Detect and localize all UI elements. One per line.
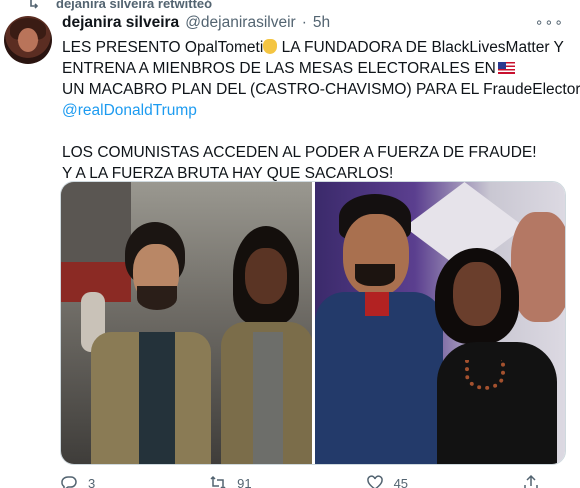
share-icon bbox=[524, 474, 538, 488]
tweet-text-line-2: ENTRENA A MIENBROS DE LAS MESAS ELECTORA… bbox=[62, 60, 496, 77]
avatar[interactable] bbox=[4, 16, 52, 64]
tweet-media bbox=[60, 181, 566, 465]
tweet-text: LES PRESENTO OpalTometi LA FUNDADORA DE … bbox=[62, 37, 580, 184]
tweet-text-line-5: LOS COMUNISTAS ACCEDEN AL PODER A FUERZA… bbox=[62, 144, 537, 161]
tweet-text-line-1b: LA FUNDADORA DE BlackLivesMatter Y bbox=[277, 39, 564, 56]
like-button[interactable]: 45 bbox=[366, 474, 408, 488]
tweet-actions: 3 91 45 bbox=[60, 474, 540, 488]
like-count: 45 bbox=[393, 475, 409, 488]
tweet-timestamp[interactable]: 5h bbox=[313, 14, 330, 32]
retweet-count: 91 bbox=[237, 475, 252, 488]
pointing-down-hand-icon bbox=[263, 39, 278, 54]
tweet-text-line-1a: LES PRESENTO OpalTometi bbox=[62, 39, 264, 56]
display-name[interactable]: dejanira silveira bbox=[62, 14, 179, 32]
mention-link[interactable]: @realDonaldTrump bbox=[62, 100, 572, 121]
separator-dot: · bbox=[301, 14, 307, 31]
retweet-context: dejanira silveira retwitteó bbox=[28, 0, 212, 12]
retweet-context-label: dejanira silveira retwitteó bbox=[56, 0, 213, 11]
reply-count: 3 bbox=[88, 475, 96, 488]
share-button[interactable] bbox=[522, 474, 540, 488]
us-flag-icon bbox=[497, 62, 515, 74]
retweet-icon bbox=[210, 475, 226, 488]
retweet-button[interactable]: 91 bbox=[209, 474, 252, 488]
photo-man-and-woman-in-vests[interactable] bbox=[61, 182, 312, 464]
reply-icon bbox=[61, 476, 77, 488]
tweet-text-line-3: UN MACABRO PLAN DEL (CASTRO-CHAVISMO) PA… bbox=[62, 81, 580, 98]
retweet-icon bbox=[30, 0, 39, 9]
reply-button[interactable]: 3 bbox=[60, 474, 95, 488]
more-icon[interactable]: ∘∘∘ bbox=[535, 14, 564, 31]
tweet-header: dejanira silveira @dejanirasilveir · 5h bbox=[62, 14, 330, 32]
heart-icon bbox=[366, 475, 383, 488]
photo-man-and-woman-posing[interactable] bbox=[314, 182, 565, 464]
user-handle[interactable]: @dejanirasilveir bbox=[185, 14, 296, 32]
